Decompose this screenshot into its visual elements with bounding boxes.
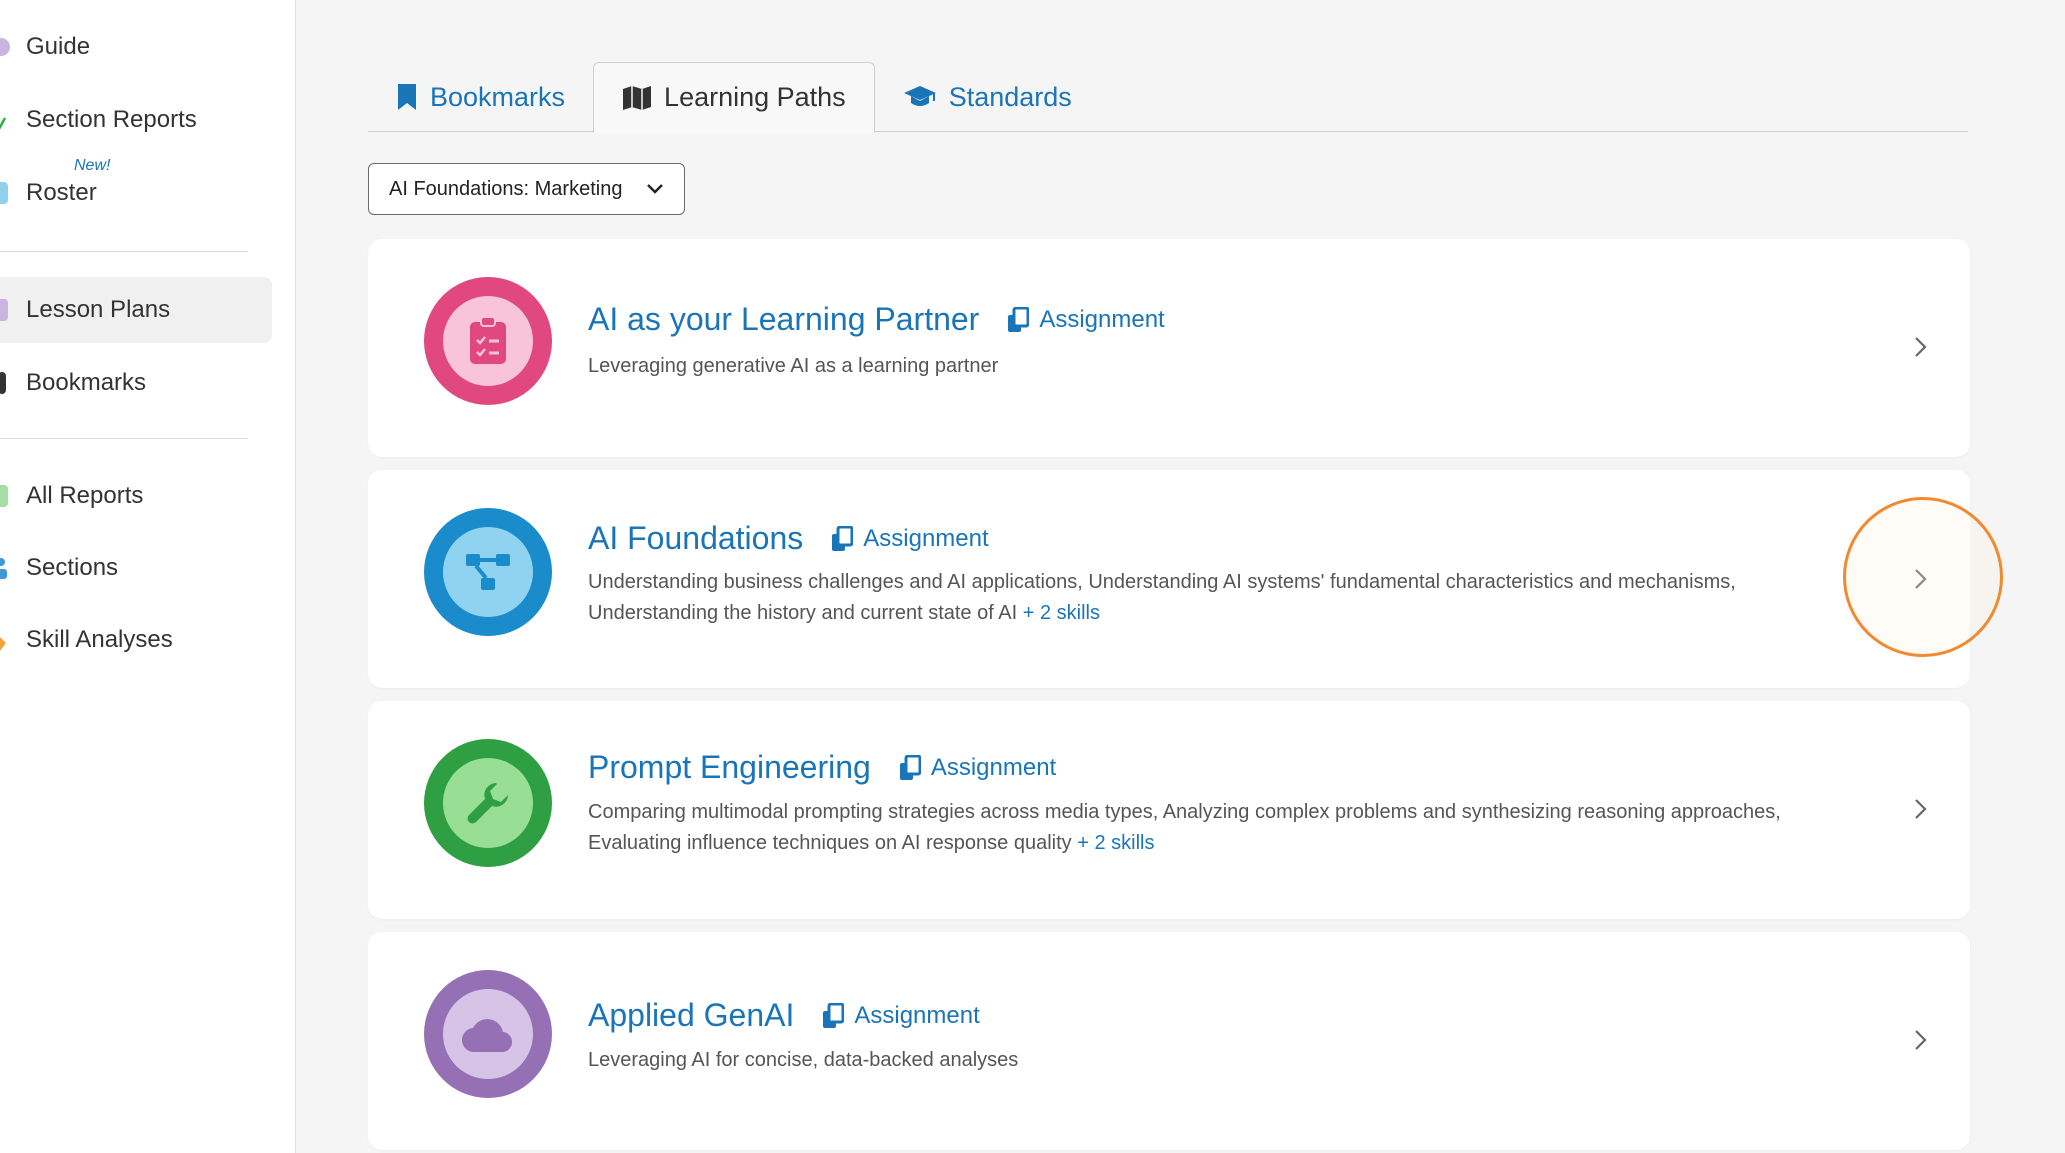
chevron-right-icon[interactable] [1908,567,1932,591]
sidebar-item-label: Guide [26,33,91,60]
sidebar-item-label: Roster New! [26,157,110,207]
main-content: Bookmarks Learning Paths Standards AI Fo… [296,0,2065,1153]
path-skills-text: Leveraging generative AI as a learning p… [588,355,999,377]
assignment-link[interactable]: Assignment [831,524,989,553]
chevron-right-icon[interactable] [1908,797,1932,821]
tab-label: Bookmarks [430,81,566,112]
more-skills-link[interactable]: + 2 skills [1077,832,1154,854]
tab-label: Standards [948,81,1072,112]
path-title[interactable]: Applied GenAI [588,997,794,1034]
assignment-link[interactable]: Assignment [899,754,1056,782]
sidebar-item-label: Section Reports [26,106,197,133]
roster-label: Roster [26,179,97,206]
tab-bar: Bookmarks Learning Paths Standards [368,62,1968,133]
sidebar-item-label: Sections [26,554,119,581]
assignment-label: Assignment [863,524,989,552]
sidebar-item-lesson-plans[interactable]: Lesson Plans [0,277,272,343]
tab-standards[interactable]: Standards [875,62,1100,132]
graduation-cap-icon [903,86,936,106]
roster-icon [0,182,8,204]
bookmark-icon [398,84,416,110]
assignment-label: Assignment [854,1001,980,1029]
copy-icon [832,525,854,551]
more-skills-link[interactable]: + 2 skills [1023,602,1100,624]
path-badge [424,739,552,867]
assignment-link[interactable]: Assignment [1007,305,1165,334]
cloud-icon [461,1019,513,1053]
path-description: Comparing multimodal prompting strategie… [588,797,1868,859]
learning-path-card[interactable]: Applied GenAI Assignment Leveraging AI f… [368,932,1970,1150]
path-skills-text: Leveraging AI for concise, data-backed a… [588,1049,1019,1071]
sidebar-item-all-reports[interactable]: All Reports [0,463,272,529]
assignment-label: Assignment [1039,305,1165,333]
path-title[interactable]: AI as your Learning Partner [588,301,979,338]
sidebar-divider [0,251,248,252]
sidebar: Guide Section Reports Roster New! Lesson… [0,0,296,1153]
sidebar-item-label: Skill Analyses [26,626,173,653]
check-icon [0,109,10,131]
network-icon [466,554,510,590]
sidebar-item-sections[interactable]: Sections [0,535,272,601]
skill-analyses-icon [0,629,10,651]
clipboard-check-icon [470,316,506,364]
path-title[interactable]: Prompt Engineering [588,749,871,786]
reports-icon [0,485,8,507]
learning-path-card[interactable]: AI as your Learning Partner Assignment L… [368,239,1970,457]
tab-learning-paths[interactable]: Learning Paths [593,62,875,133]
path-title[interactable]: AI Foundations [588,520,803,557]
sidebar-item-label: Lesson Plans [26,296,171,323]
copy-icon [899,754,921,780]
select-value: AI Foundations: Marketing [389,177,623,200]
path-badge [424,970,552,1098]
map-icon [623,85,652,110]
path-skills-text: Comparing multimodal prompting strategie… [588,801,1781,854]
bookmark-icon [0,372,6,394]
lesson-plans-icon [0,299,8,321]
tab-label: Learning Paths [664,82,846,112]
path-description: Leveraging generative AI as a learning p… [588,351,1868,382]
sidebar-item-guide[interactable]: Guide [0,14,272,80]
path-badge [424,508,552,636]
new-badge: New! [74,157,111,174]
sidebar-item-roster[interactable]: Roster New! [0,157,272,226]
copy-icon [1008,306,1030,332]
path-skills-text: Understanding business challenges and AI… [588,571,1736,624]
sidebar-divider [0,438,248,439]
path-description: Leveraging AI for concise, data-backed a… [588,1045,1868,1076]
sidebar-item-section-reports[interactable]: Section Reports [0,87,272,153]
path-description: Understanding business challenges and AI… [588,567,1868,629]
sidebar-item-label: All Reports [26,482,144,509]
assignment-link[interactable]: Assignment [822,1001,980,1030]
copy-icon [823,1002,845,1028]
learning-path-card[interactable]: AI Foundations Assignment Understanding … [368,470,1970,688]
guide-icon [0,38,10,56]
chevron-right-icon[interactable] [1908,1028,1932,1052]
learning-path-card[interactable]: Prompt Engineering Assignment Comparing … [368,701,1970,919]
sections-icon [0,557,10,579]
learning-path-select[interactable]: AI Foundations: Marketing [368,163,685,215]
chevron-right-icon[interactable] [1908,335,1932,359]
wrench-icon [467,783,508,824]
sidebar-item-bookmarks[interactable]: Bookmarks [0,350,272,416]
tab-bookmarks[interactable]: Bookmarks [368,62,593,132]
sidebar-item-label: Bookmarks [26,369,147,396]
chevron-down-icon [647,184,663,194]
sidebar-item-skill-analyses[interactable]: Skill Analyses [0,607,272,673]
path-badge [424,277,552,405]
assignment-label: Assignment [930,753,1057,781]
